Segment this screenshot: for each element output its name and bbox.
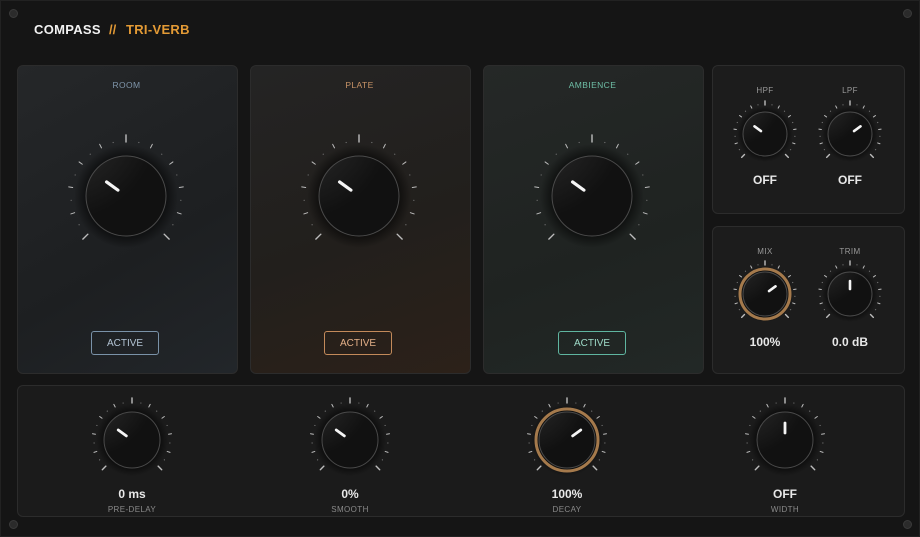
product-name: TRI-VERB: [126, 22, 190, 37]
plate-size-knob[interactable]: [289, 126, 429, 266]
trim-label: TRIM: [839, 247, 861, 256]
decay-label: DECAY: [552, 505, 582, 514]
header-separator: //: [109, 22, 117, 37]
width-label: WIDTH: [770, 505, 800, 514]
room-label: ROOM: [112, 80, 141, 90]
pre-delay-label: PRE-DELAY: [107, 505, 157, 514]
smooth-value: 0%: [341, 487, 359, 501]
plugin-window: COMPASS // TRI-VERB ROOM ACTIVE PLATE AC…: [0, 0, 920, 537]
trim-value: 0.0 dB: [831, 335, 868, 349]
corner-screw: [9, 9, 18, 18]
hpf-value: OFF: [753, 173, 777, 187]
brand-name: COMPASS: [34, 22, 101, 37]
lpf-label: LPF: [842, 86, 858, 95]
width-knob[interactable]: [741, 396, 829, 484]
ambience-active-button[interactable]: ACTIVE: [558, 331, 626, 355]
smooth-knob[interactable]: [306, 396, 394, 484]
mix-knob[interactable]: [730, 259, 800, 329]
hpf-label: HPF: [756, 86, 774, 95]
mix-label: MIX: [757, 247, 773, 256]
plate-active-button[interactable]: ACTIVE: [324, 331, 392, 355]
lpf-value: OFF: [838, 173, 862, 187]
corner-screw: [903, 520, 912, 529]
width-value: OFF: [773, 487, 797, 501]
room-active-button[interactable]: ACTIVE: [91, 331, 159, 355]
room-size-knob[interactable]: [56, 126, 196, 266]
mix-value: 100%: [749, 335, 781, 349]
corner-screw: [9, 520, 18, 529]
hpf-knob[interactable]: [730, 99, 800, 169]
decay-value: 100%: [551, 487, 583, 501]
pre-delay-knob[interactable]: [88, 396, 176, 484]
decay-knob[interactable]: [523, 396, 611, 484]
ambience-label: AMBIENCE: [568, 80, 617, 90]
lpf-knob[interactable]: [815, 99, 885, 169]
smooth-label: SMOOTH: [331, 505, 369, 514]
pre-delay-value: 0 ms: [118, 487, 146, 501]
plate-label: PLATE: [345, 80, 374, 90]
ambience-size-knob[interactable]: [522, 126, 662, 266]
corner-screw: [903, 9, 912, 18]
trim-knob[interactable]: [815, 259, 885, 329]
